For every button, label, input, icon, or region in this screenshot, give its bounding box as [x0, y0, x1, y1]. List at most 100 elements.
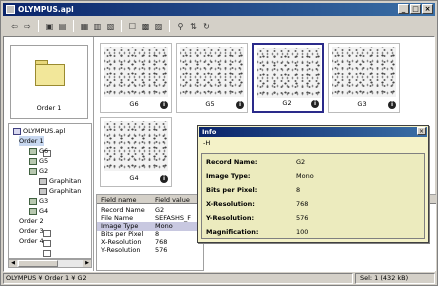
component-icon: [29, 197, 37, 205]
info-icon[interactable]: i: [160, 175, 168, 183]
folder-icon: [35, 60, 65, 86]
sort-icon[interactable]: ⇅: [188, 21, 199, 32]
main-window: OLYMPUS.apl _ □ × ⇦ ⇨ ▣ ▤ ▦ ▥ ▧ ☐ ▩ ▨ ⚲ ⇅ ↻ Order 1 …: [0, 0, 438, 286]
component-icon: [29, 167, 37, 175]
info-value: 576: [296, 214, 309, 222]
grid-field-value: 8: [155, 230, 160, 238]
view-large-icon[interactable]: ▦: [79, 21, 90, 32]
folder-icon: [43, 230, 51, 237]
info-key: Image Type:: [206, 172, 251, 180]
scroll-right-icon[interactable]: ▶: [83, 260, 91, 267]
image-icon: [39, 177, 47, 185]
filter-icon[interactable]: ⚲: [175, 21, 186, 32]
micrograph-image: [104, 47, 168, 97]
tree-item[interactable]: G5: [29, 156, 48, 166]
folder-up-icon[interactable]: ▣: [44, 21, 55, 32]
database-icon: [13, 127, 21, 135]
folder-icon: [43, 250, 51, 257]
refresh-icon[interactable]: ↻: [201, 21, 212, 32]
tree-item[interactable]: Graphitan: [39, 176, 81, 186]
tree-item-label: OLYMPUS.apl: [23, 127, 66, 135]
info-row: X-Resolution: 768: [202, 197, 424, 211]
thumbnail-label: G3: [357, 100, 367, 108]
left-pane: Order 1 OLYMPUS.apl Order 1 G6 G5 G2 Graphita…: [4, 37, 94, 271]
export-icon[interactable]: ▨: [153, 21, 164, 32]
close-button[interactable]: ×: [422, 4, 433, 14]
micrograph-image: [104, 121, 168, 171]
info-icon[interactable]: i: [388, 101, 396, 109]
tree-item[interactable]: G3: [29, 196, 48, 206]
info-key: Record Name:: [206, 158, 258, 166]
tree-item[interactable]: OLYMPUS.apl: [13, 126, 65, 136]
info-key: X-Resolution:: [206, 200, 255, 208]
window-controls: _ □ ×: [398, 4, 433, 14]
new-folder-icon[interactable]: ▤: [57, 21, 68, 32]
info-close-button[interactable]: ×: [417, 127, 426, 135]
view-details-icon[interactable]: ▧: [105, 21, 116, 32]
toolbar-separator: [121, 20, 122, 32]
folder-preview: Order 1: [10, 45, 88, 119]
toolbar-separator: [73, 20, 74, 32]
tree-item[interactable]: Graphitan: [39, 186, 81, 196]
properties-icon[interactable]: ☐: [127, 21, 138, 32]
scrollbar-thumb[interactable]: [18, 260, 58, 267]
tree-item[interactable]: Order 2: [19, 216, 51, 237]
image-thumbnail[interactable]: G3 i: [328, 43, 400, 113]
info-table: Record Name: G2 Image Type: Mono Bits per Pi…: [201, 153, 425, 239]
grid-field-value: SEFASHS_F: [155, 214, 191, 222]
title-bar: OLYMPUS.apl _ □ ×: [3, 3, 435, 16]
folder-icon: [43, 240, 51, 247]
info-icon[interactable]: i: [236, 101, 244, 109]
status-selection: Sel: 1 (432 kB): [355, 273, 435, 284]
info-value: G2: [296, 158, 306, 166]
grid-field-name: File Name: [101, 214, 134, 222]
view-list-icon[interactable]: ▥: [92, 21, 103, 32]
info-icon[interactable]: i: [160, 101, 168, 109]
micrograph-image: [332, 47, 396, 97]
import-icon[interactable]: ▩: [140, 21, 151, 32]
tree-item[interactable]: G6: [29, 146, 48, 156]
grid-field-value: 576: [155, 246, 168, 254]
tree-item[interactable]: Order 3: [19, 226, 51, 247]
grid-field-name: Y-Resolution: [101, 246, 141, 254]
tree-item[interactable]: G4: [29, 206, 48, 216]
col-field-value[interactable]: Field value: [155, 196, 190, 204]
info-icon[interactable]: i: [311, 100, 319, 108]
image-thumbnail[interactable]: G6 i: [100, 43, 172, 113]
grid-field-value: Mono: [155, 222, 173, 230]
grid-field-name: Image Type: [101, 222, 139, 230]
info-value: 8: [296, 186, 301, 194]
info-key: Bits per Pixel:: [206, 186, 258, 194]
col-field-name[interactable]: Field name: [101, 196, 137, 204]
tree-scrollbar[interactable]: ◀ ▶: [8, 259, 92, 268]
tree-view[interactable]: OLYMPUS.apl Order 1 G6 G5 G2 Graphitan Graphit…: [8, 123, 92, 259]
forward-icon[interactable]: ⇨: [22, 21, 33, 32]
toolbar-separator: [38, 20, 39, 32]
info-row: Y-Resolution: 576: [202, 211, 424, 225]
image-thumbnail[interactable]: G5 i: [176, 43, 248, 113]
info-key: Y-Resolution:: [206, 214, 255, 222]
component-icon: [29, 147, 37, 155]
maximize-button[interactable]: □: [410, 4, 421, 14]
grid-field-value: 768: [155, 238, 168, 246]
tree-item-label: Order 1: [19, 137, 44, 145]
back-icon[interactable]: ⇦: [9, 21, 20, 32]
thumbnail-label: G4: [129, 174, 139, 182]
scroll-left-icon[interactable]: ◀: [9, 260, 17, 267]
tree-item-label: Order 3: [19, 227, 44, 235]
toolbar-separator: [169, 20, 170, 32]
minimize-button[interactable]: _: [398, 4, 409, 14]
tree-item-label: G3: [39, 197, 49, 205]
grid-row[interactable]: Y-Resolution 576: [97, 246, 203, 255]
image-thumbnail[interactable]: G2 i: [252, 43, 324, 113]
micrograph-image: [257, 48, 321, 98]
field-grid: Field name Field value Record Name G2 File…: [96, 194, 204, 271]
tree-item[interactable]: Order 4: [19, 236, 51, 257]
preview-label: Order 1: [36, 104, 62, 112]
info-pin[interactable]: -H: [203, 139, 210, 147]
tree-item[interactable]: Order 1: [19, 136, 51, 157]
info-row: Record Name: G2: [202, 155, 424, 169]
tree-item[interactable]: G2: [29, 166, 48, 176]
status-path: OLYMPUS ¥ Order 1 ¥ G2: [3, 273, 353, 284]
image-thumbnail[interactable]: G4 i: [100, 117, 172, 187]
